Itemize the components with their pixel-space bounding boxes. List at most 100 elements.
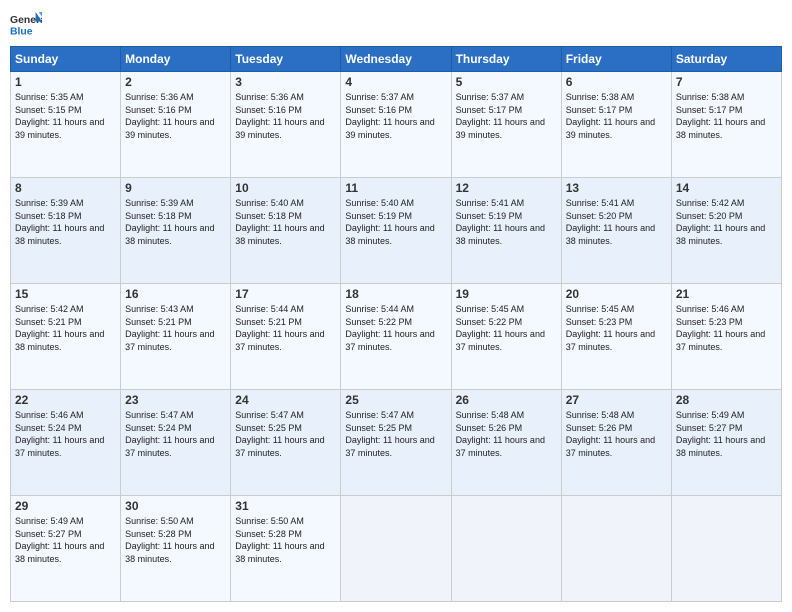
- calendar-day-cell: 20 Sunrise: 5:45 AMSunset: 5:23 PMDaylig…: [561, 284, 671, 390]
- day-info: Sunrise: 5:43 AMSunset: 5:21 PMDaylight:…: [125, 304, 214, 352]
- page: General Blue SundayMondayTuesdayWednesda…: [0, 0, 792, 612]
- calendar-day-cell: 4 Sunrise: 5:37 AMSunset: 5:16 PMDayligh…: [341, 72, 451, 178]
- day-info: Sunrise: 5:44 AMSunset: 5:22 PMDaylight:…: [345, 304, 434, 352]
- day-info: Sunrise: 5:45 AMSunset: 5:23 PMDaylight:…: [566, 304, 655, 352]
- calendar-day-cell: 26 Sunrise: 5:48 AMSunset: 5:26 PMDaylig…: [451, 390, 561, 496]
- calendar-day-header: Wednesday: [341, 47, 451, 72]
- calendar-day-header: Sunday: [11, 47, 121, 72]
- day-number: 7: [676, 75, 777, 89]
- day-info: Sunrise: 5:39 AMSunset: 5:18 PMDaylight:…: [125, 198, 214, 246]
- day-info: Sunrise: 5:42 AMSunset: 5:21 PMDaylight:…: [15, 304, 104, 352]
- day-number: 13: [566, 181, 667, 195]
- calendar-day-cell: [561, 496, 671, 602]
- day-info: Sunrise: 5:41 AMSunset: 5:20 PMDaylight:…: [566, 198, 655, 246]
- day-info: Sunrise: 5:36 AMSunset: 5:16 PMDaylight:…: [235, 92, 324, 140]
- day-info: Sunrise: 5:37 AMSunset: 5:16 PMDaylight:…: [345, 92, 434, 140]
- day-number: 30: [125, 499, 226, 513]
- calendar-day-cell: 3 Sunrise: 5:36 AMSunset: 5:16 PMDayligh…: [231, 72, 341, 178]
- calendar-day-cell: 17 Sunrise: 5:44 AMSunset: 5:21 PMDaylig…: [231, 284, 341, 390]
- calendar-table: SundayMondayTuesdayWednesdayThursdayFrid…: [10, 46, 782, 602]
- day-number: 31: [235, 499, 336, 513]
- day-info: Sunrise: 5:45 AMSunset: 5:22 PMDaylight:…: [456, 304, 545, 352]
- day-info: Sunrise: 5:50 AMSunset: 5:28 PMDaylight:…: [125, 516, 214, 564]
- day-info: Sunrise: 5:48 AMSunset: 5:26 PMDaylight:…: [566, 410, 655, 458]
- day-number: 25: [345, 393, 446, 407]
- day-info: Sunrise: 5:35 AMSunset: 5:15 PMDaylight:…: [15, 92, 104, 140]
- calendar-day-cell: [451, 496, 561, 602]
- calendar-day-cell: 12 Sunrise: 5:41 AMSunset: 5:19 PMDaylig…: [451, 178, 561, 284]
- calendar-day-cell: [671, 496, 781, 602]
- day-info: Sunrise: 5:38 AMSunset: 5:17 PMDaylight:…: [566, 92, 655, 140]
- calendar-week-row: 15 Sunrise: 5:42 AMSunset: 5:21 PMDaylig…: [11, 284, 782, 390]
- calendar-header-row: SundayMondayTuesdayWednesdayThursdayFrid…: [11, 47, 782, 72]
- calendar-day-cell: 13 Sunrise: 5:41 AMSunset: 5:20 PMDaylig…: [561, 178, 671, 284]
- calendar-day-cell: 30 Sunrise: 5:50 AMSunset: 5:28 PMDaylig…: [121, 496, 231, 602]
- day-number: 10: [235, 181, 336, 195]
- calendar-day-cell: 11 Sunrise: 5:40 AMSunset: 5:19 PMDaylig…: [341, 178, 451, 284]
- day-info: Sunrise: 5:47 AMSunset: 5:24 PMDaylight:…: [125, 410, 214, 458]
- day-number: 14: [676, 181, 777, 195]
- day-info: Sunrise: 5:41 AMSunset: 5:19 PMDaylight:…: [456, 198, 545, 246]
- calendar-day-cell: 2 Sunrise: 5:36 AMSunset: 5:16 PMDayligh…: [121, 72, 231, 178]
- calendar-day-header: Friday: [561, 47, 671, 72]
- day-info: Sunrise: 5:38 AMSunset: 5:17 PMDaylight:…: [676, 92, 765, 140]
- calendar-day-cell: 28 Sunrise: 5:49 AMSunset: 5:27 PMDaylig…: [671, 390, 781, 496]
- day-number: 11: [345, 181, 446, 195]
- calendar-day-cell: 27 Sunrise: 5:48 AMSunset: 5:26 PMDaylig…: [561, 390, 671, 496]
- calendar-day-header: Saturday: [671, 47, 781, 72]
- day-number: 3: [235, 75, 336, 89]
- calendar-day-cell: 31 Sunrise: 5:50 AMSunset: 5:28 PMDaylig…: [231, 496, 341, 602]
- day-info: Sunrise: 5:37 AMSunset: 5:17 PMDaylight:…: [456, 92, 545, 140]
- calendar-day-cell: 21 Sunrise: 5:46 AMSunset: 5:23 PMDaylig…: [671, 284, 781, 390]
- svg-text:Blue: Blue: [10, 26, 33, 37]
- calendar-day-cell: 25 Sunrise: 5:47 AMSunset: 5:25 PMDaylig…: [341, 390, 451, 496]
- day-info: Sunrise: 5:48 AMSunset: 5:26 PMDaylight:…: [456, 410, 545, 458]
- day-info: Sunrise: 5:36 AMSunset: 5:16 PMDaylight:…: [125, 92, 214, 140]
- calendar-day-cell: 5 Sunrise: 5:37 AMSunset: 5:17 PMDayligh…: [451, 72, 561, 178]
- calendar-day-cell: 29 Sunrise: 5:49 AMSunset: 5:27 PMDaylig…: [11, 496, 121, 602]
- general-blue-logo-icon: General Blue: [10, 10, 42, 38]
- calendar-day-cell: 14 Sunrise: 5:42 AMSunset: 5:20 PMDaylig…: [671, 178, 781, 284]
- calendar-day-cell: 6 Sunrise: 5:38 AMSunset: 5:17 PMDayligh…: [561, 72, 671, 178]
- day-number: 26: [456, 393, 557, 407]
- calendar-day-cell: 9 Sunrise: 5:39 AMSunset: 5:18 PMDayligh…: [121, 178, 231, 284]
- day-number: 22: [15, 393, 116, 407]
- day-number: 18: [345, 287, 446, 301]
- day-info: Sunrise: 5:40 AMSunset: 5:18 PMDaylight:…: [235, 198, 324, 246]
- day-number: 4: [345, 75, 446, 89]
- calendar-day-cell: 16 Sunrise: 5:43 AMSunset: 5:21 PMDaylig…: [121, 284, 231, 390]
- day-number: 5: [456, 75, 557, 89]
- calendar-week-row: 29 Sunrise: 5:49 AMSunset: 5:27 PMDaylig…: [11, 496, 782, 602]
- calendar-week-row: 8 Sunrise: 5:39 AMSunset: 5:18 PMDayligh…: [11, 178, 782, 284]
- day-info: Sunrise: 5:40 AMSunset: 5:19 PMDaylight:…: [345, 198, 434, 246]
- day-info: Sunrise: 5:47 AMSunset: 5:25 PMDaylight:…: [345, 410, 434, 458]
- calendar-day-cell: 24 Sunrise: 5:47 AMSunset: 5:25 PMDaylig…: [231, 390, 341, 496]
- calendar-day-cell: 1 Sunrise: 5:35 AMSunset: 5:15 PMDayligh…: [11, 72, 121, 178]
- day-info: Sunrise: 5:42 AMSunset: 5:20 PMDaylight:…: [676, 198, 765, 246]
- day-number: 6: [566, 75, 667, 89]
- day-info: Sunrise: 5:39 AMSunset: 5:18 PMDaylight:…: [15, 198, 104, 246]
- calendar-week-row: 22 Sunrise: 5:46 AMSunset: 5:24 PMDaylig…: [11, 390, 782, 496]
- day-number: 23: [125, 393, 226, 407]
- day-info: Sunrise: 5:44 AMSunset: 5:21 PMDaylight:…: [235, 304, 324, 352]
- logo: General Blue: [10, 10, 42, 38]
- day-info: Sunrise: 5:49 AMSunset: 5:27 PMDaylight:…: [676, 410, 765, 458]
- day-number: 15: [15, 287, 116, 301]
- day-number: 1: [15, 75, 116, 89]
- calendar-day-header: Thursday: [451, 47, 561, 72]
- calendar-week-row: 1 Sunrise: 5:35 AMSunset: 5:15 PMDayligh…: [11, 72, 782, 178]
- day-number: 29: [15, 499, 116, 513]
- calendar-day-header: Monday: [121, 47, 231, 72]
- calendar-day-cell: 8 Sunrise: 5:39 AMSunset: 5:18 PMDayligh…: [11, 178, 121, 284]
- day-number: 2: [125, 75, 226, 89]
- calendar-day-cell: 10 Sunrise: 5:40 AMSunset: 5:18 PMDaylig…: [231, 178, 341, 284]
- calendar-day-cell: 19 Sunrise: 5:45 AMSunset: 5:22 PMDaylig…: [451, 284, 561, 390]
- day-number: 19: [456, 287, 557, 301]
- day-number: 12: [456, 181, 557, 195]
- day-number: 8: [15, 181, 116, 195]
- day-info: Sunrise: 5:49 AMSunset: 5:27 PMDaylight:…: [15, 516, 104, 564]
- day-number: 17: [235, 287, 336, 301]
- day-info: Sunrise: 5:46 AMSunset: 5:24 PMDaylight:…: [15, 410, 104, 458]
- header: General Blue: [10, 10, 782, 38]
- day-number: 27: [566, 393, 667, 407]
